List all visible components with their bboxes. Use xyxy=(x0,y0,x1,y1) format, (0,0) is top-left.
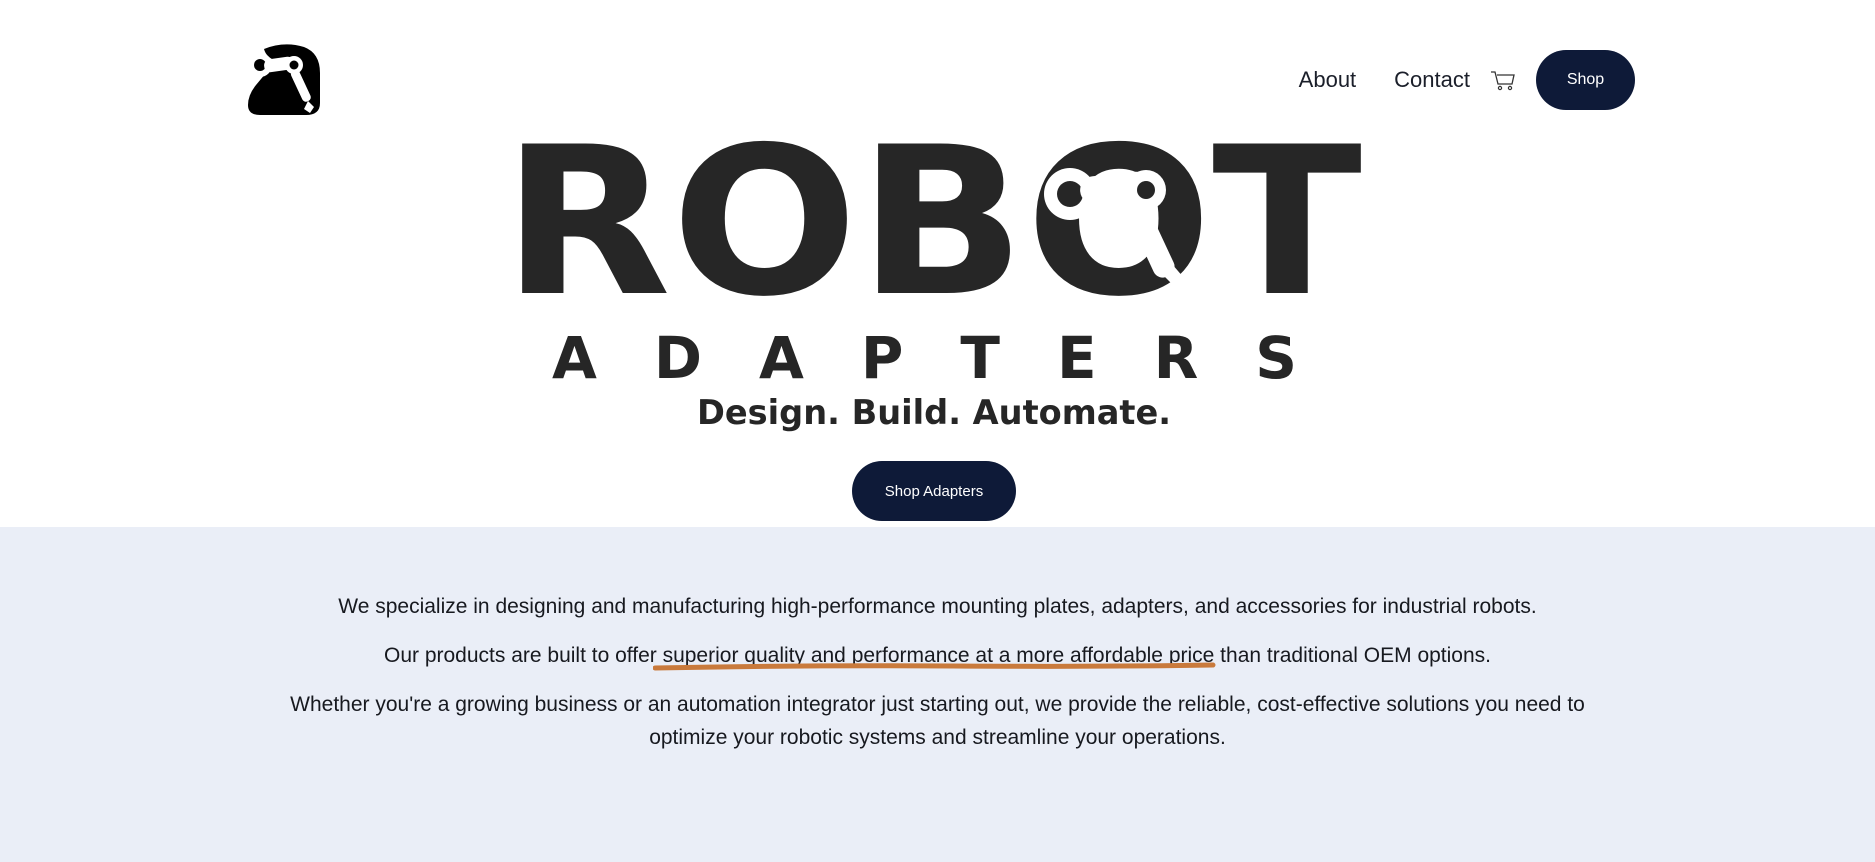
robot-arm-icon[interactable] xyxy=(246,43,322,117)
cart-icon[interactable] xyxy=(1490,68,1516,92)
intro-paragraph-1: We specialize in designing and manufactu… xyxy=(338,595,1537,618)
paragraph-2-end: than traditional OEM options. xyxy=(1214,644,1491,667)
page: About Contact Shop ROBOT ADAPTERS Design… xyxy=(0,0,1875,862)
nav-about-link[interactable]: About xyxy=(1299,67,1357,93)
main-nav: About Contact Shop xyxy=(1299,50,1635,110)
tagline: Design. Build. Automate. xyxy=(697,393,1171,433)
info-section: We specialize in designing and manufactu… xyxy=(0,527,1875,862)
shop-button[interactable]: Shop xyxy=(1536,50,1635,110)
site-header: About Contact Shop xyxy=(0,0,1875,140)
nav-contact-link[interactable]: Contact xyxy=(1394,67,1470,93)
intro-paragraph-3: Whether you're a growing business or an … xyxy=(290,693,1585,749)
shop-adapters-button[interactable]: Shop Adapters xyxy=(852,461,1016,521)
highlight-underline xyxy=(653,662,1216,671)
hero-logo: ROBOT ADAPTERS Design. Build. Automate. xyxy=(502,138,1362,433)
wordmark-main: ROBOT xyxy=(502,138,1362,342)
paragraph-2-start: Our products are built to offer xyxy=(383,644,663,667)
